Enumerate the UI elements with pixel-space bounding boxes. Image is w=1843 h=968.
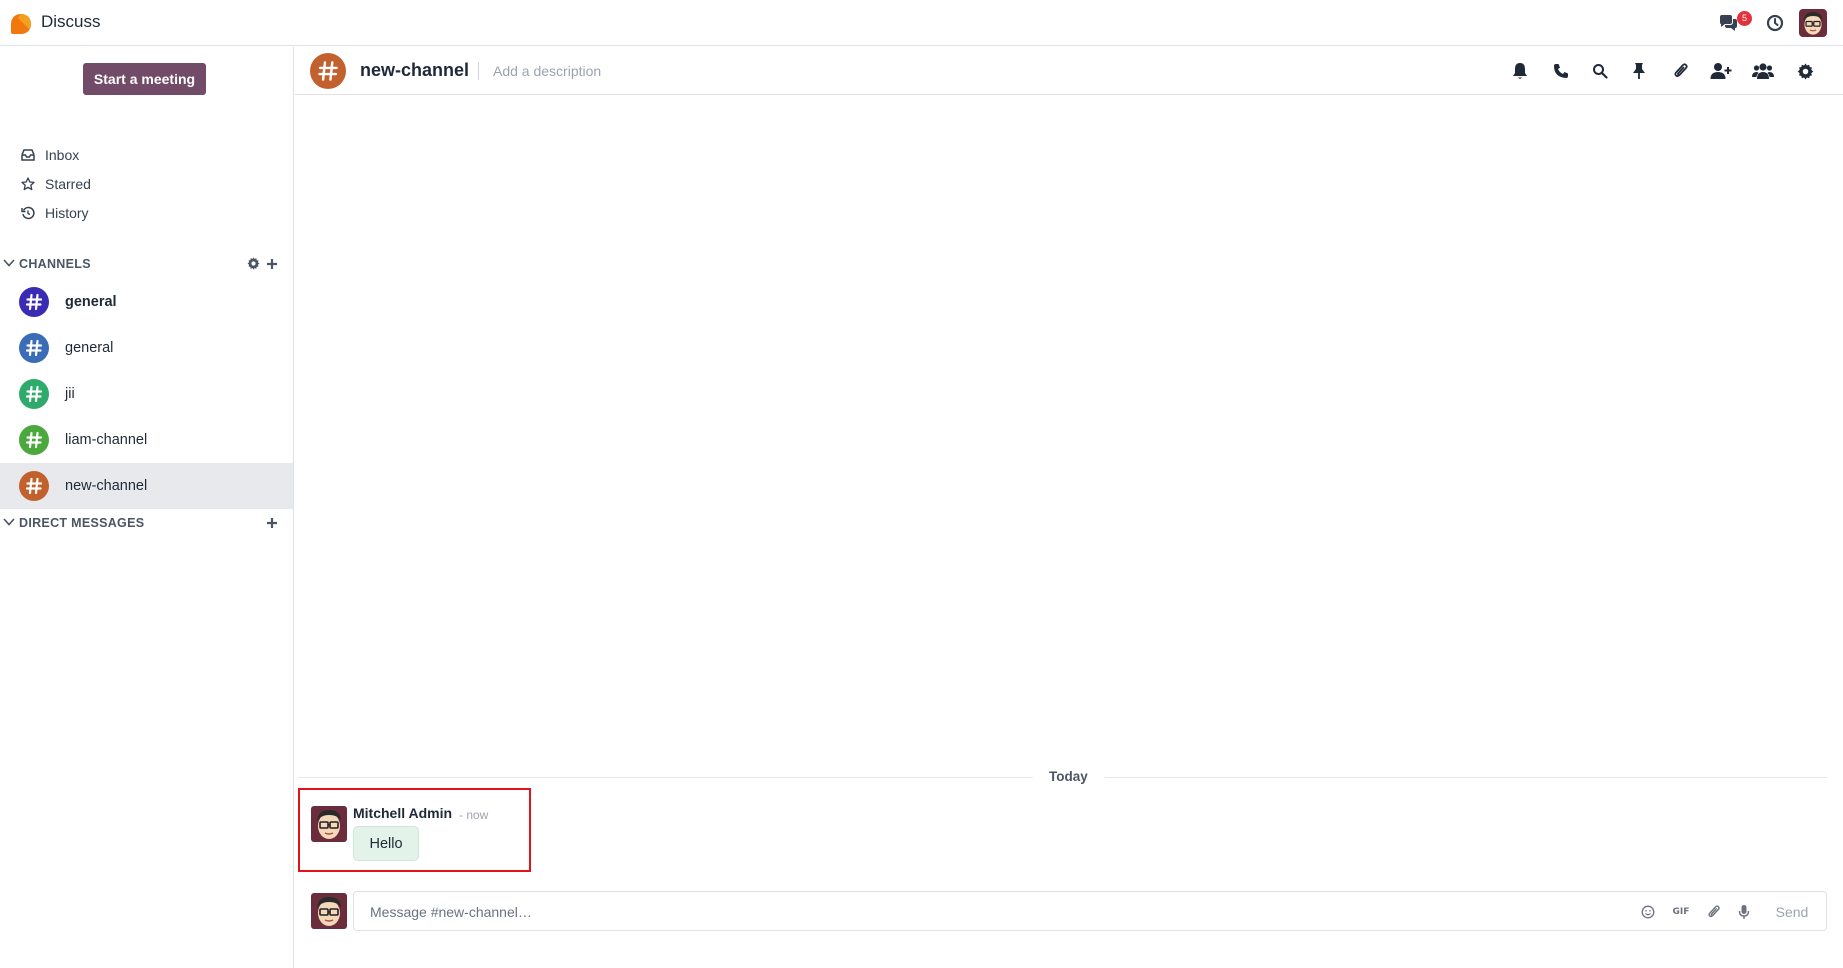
hashtag-icon: [310, 53, 346, 89]
hashtag-icon: [19, 379, 49, 409]
gif-label: GIF: [1672, 907, 1690, 917]
activity-clock-icon[interactable]: [1764, 12, 1786, 34]
channel-name: liam-channel: [65, 432, 148, 448]
discuss-sidebar: Start a meeting Inbox Starred History CH…: [0, 47, 294, 968]
settings-icon[interactable]: [1794, 60, 1816, 82]
chevron-down-icon[interactable]: [2, 515, 16, 529]
thread-name[interactable]: new-channel: [360, 60, 469, 81]
channel-name: general: [65, 294, 117, 310]
sidebar-item-label: Starred: [45, 176, 91, 192]
channel-name: new-channel: [65, 478, 148, 494]
hashtag-icon: [19, 471, 49, 501]
inbox-icon: [18, 149, 38, 161]
sidebar-item-label: History: [45, 205, 89, 221]
paperclip-icon[interactable]: [1670, 60, 1692, 82]
star-icon: [18, 177, 38, 191]
channel-item-new-channel[interactable]: new-channel: [0, 463, 293, 509]
message-input[interactable]: [370, 901, 1610, 923]
channel-item-general-2[interactable]: general: [0, 325, 293, 371]
search-icon[interactable]: [1589, 60, 1611, 82]
sidebar-item-label: Inbox: [45, 147, 80, 163]
add-user-icon[interactable]: [1710, 60, 1732, 82]
channel-item-general[interactable]: general: [0, 279, 293, 325]
sidebar-item-history[interactable]: History: [18, 201, 89, 225]
notification-badge: 5: [1737, 11, 1752, 26]
composer-avatar: [311, 893, 347, 929]
attachment-icon[interactable]: [1704, 902, 1724, 922]
direct-messages-label[interactable]: DIRECT MESSAGES: [19, 516, 144, 530]
emoji-icon[interactable]: [1638, 902, 1658, 922]
add-direct-message-icon[interactable]: [264, 515, 279, 530]
user-avatar[interactable]: [1799, 9, 1827, 37]
message-bubble[interactable]: Hello: [353, 826, 419, 861]
message-author[interactable]: Mitchell Admin: [353, 805, 452, 821]
channel-item-jii[interactable]: jii: [0, 371, 293, 417]
message-composer: GIF Send: [353, 891, 1827, 931]
pin-icon[interactable]: [1628, 60, 1650, 82]
channel-name: general: [65, 340, 114, 356]
bell-icon[interactable]: [1509, 60, 1531, 82]
date-divider-label: Today: [1049, 769, 1088, 784]
author-avatar[interactable]: [311, 806, 347, 842]
header-separator: [478, 62, 479, 80]
discuss-app-logo[interactable]: [10, 13, 32, 35]
direct-messages-section-header: DIRECT MESSAGES: [0, 512, 294, 534]
channels-label[interactable]: CHANNELS: [19, 257, 91, 271]
history-icon: [18, 206, 38, 220]
gif-icon[interactable]: GIF: [1671, 902, 1691, 922]
microphone-icon[interactable]: [1734, 902, 1754, 922]
hashtag-icon: [19, 425, 49, 455]
phone-icon[interactable]: [1550, 60, 1572, 82]
channel-item-liam-channel[interactable]: liam-channel: [0, 417, 293, 463]
sidebar-item-inbox[interactable]: Inbox: [18, 143, 79, 167]
hashtag-icon: [19, 287, 49, 317]
date-divider-line: [1105, 777, 1827, 778]
start-meeting-button[interactable]: Start a meeting: [83, 63, 206, 95]
sidebar-item-starred[interactable]: Starred: [18, 172, 91, 196]
add-channel-icon[interactable]: [264, 256, 279, 271]
send-button[interactable]: Send: [1767, 901, 1817, 923]
date-divider-line: [298, 777, 1033, 778]
top-navbar: Discuss 5: [0, 0, 1843, 46]
channel-name: jii: [65, 386, 75, 402]
members-icon[interactable]: [1752, 60, 1774, 82]
app-title[interactable]: Discuss: [41, 12, 101, 32]
thread-header: new-channel Add a description: [295, 47, 1843, 95]
thread-description-field[interactable]: Add a description: [493, 63, 601, 79]
hashtag-icon: [19, 333, 49, 363]
gear-icon[interactable]: [246, 256, 261, 271]
chevron-down-icon[interactable]: [2, 256, 16, 270]
channels-section-header: CHANNELS: [0, 253, 294, 275]
messaging-menu-icon[interactable]: [1717, 12, 1739, 34]
message-timestamp: - now: [459, 808, 489, 822]
